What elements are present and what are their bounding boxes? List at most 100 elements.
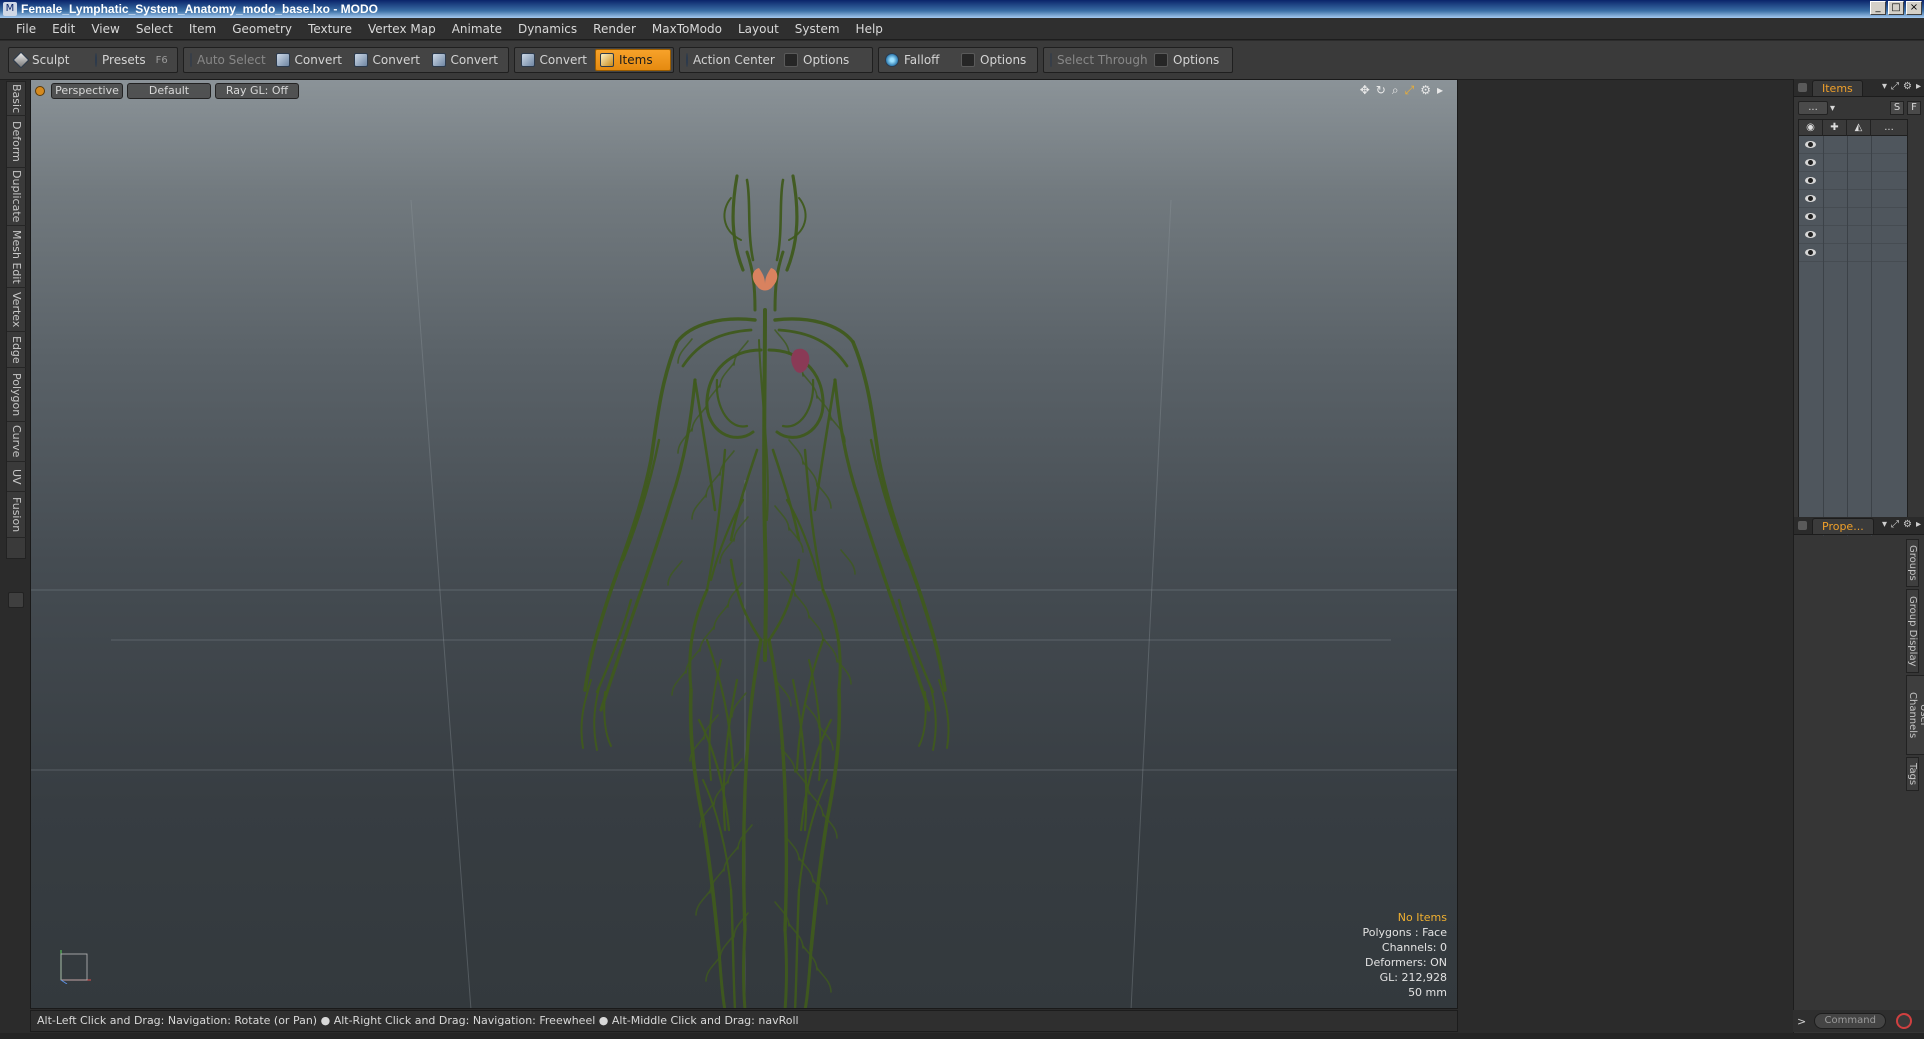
menu-render[interactable]: Render [585, 18, 644, 40]
items-mode-icon [600, 53, 614, 67]
menu-file[interactable]: File [8, 18, 44, 40]
tab-properties[interactable]: Prope... [1812, 517, 1874, 534]
rotate-view-icon[interactable]: ↻ [1376, 83, 1386, 97]
eye-icon[interactable] [1805, 231, 1816, 238]
zoom-view-icon[interactable]: ⌕ [1392, 83, 1399, 97]
eye-icon[interactable] [1805, 195, 1816, 202]
convert-polygon-button[interactable]: Convert [428, 49, 506, 71]
eye-icon[interactable]: ◉ [1799, 119, 1823, 136]
action-center-button[interactable]: Action Center [682, 49, 780, 71]
mesh-icon[interactable]: ◭ [1847, 119, 1871, 136]
viewport-options-icon[interactable] [35, 86, 45, 96]
gear-icon[interactable]: ⚙ [1903, 519, 1912, 530]
list-item[interactable] [1799, 136, 1907, 154]
gear-icon[interactable]: ⚙ [1420, 83, 1431, 97]
eye-icon[interactable] [1805, 213, 1816, 220]
tool-tabs-toggle[interactable] [8, 592, 24, 608]
falloff-options-button[interactable]: Options [957, 49, 1035, 71]
list-item[interactable] [1799, 226, 1907, 244]
convert-edge-button[interactable]: Convert [350, 49, 428, 71]
select-through-button[interactable]: Select Through [1046, 49, 1150, 71]
tab-deform[interactable]: Deform [7, 116, 26, 168]
falloff-button[interactable]: Falloff [881, 49, 957, 71]
select-through-options-button[interactable]: Options [1150, 49, 1230, 71]
panel-pin-icon[interactable] [1798, 521, 1807, 530]
items-mode-label: Items [619, 53, 653, 67]
list-item[interactable] [1799, 154, 1907, 172]
tab-tags[interactable]: Tags [1906, 757, 1919, 791]
minimize-button[interactable]: _ [1870, 1, 1886, 15]
tab-fusion[interactable]: Fusion [7, 492, 26, 538]
menu-system[interactable]: System [787, 18, 848, 40]
tab-items[interactable]: Items [1812, 79, 1863, 96]
eye-icon[interactable] [1805, 141, 1816, 148]
tab-user-channels[interactable]: User Channels [1906, 675, 1924, 755]
menu-layout[interactable]: Layout [730, 18, 787, 40]
command-input[interactable]: Command [1814, 1013, 1887, 1029]
lock-icon[interactable]: ✚ [1823, 119, 1847, 136]
action-center-options-button[interactable]: Options [780, 49, 870, 71]
auto-select-button[interactable]: Auto Select [186, 49, 272, 71]
tab-vertex[interactable]: Vertex [7, 288, 26, 332]
menu-animate[interactable]: Animate [444, 18, 510, 40]
tab-polygon[interactable]: Polygon [7, 368, 26, 422]
tab-group-display[interactable]: Group Display [1906, 589, 1919, 673]
panel-pin-icon[interactable] [1798, 83, 1807, 92]
tab-edge[interactable]: Edge [7, 332, 26, 368]
command-history-button[interactable] [1896, 1013, 1913, 1029]
tab-mesh-edit[interactable]: Mesh Edit [7, 226, 26, 288]
raygl-toggle[interactable]: Ray GL: Off [215, 83, 299, 99]
menu-geometry[interactable]: Geometry [224, 18, 300, 40]
more-icon[interactable]: ▸ [1916, 519, 1921, 530]
list-item[interactable] [1799, 172, 1907, 190]
menu-vertex-map[interactable]: Vertex Map [360, 18, 444, 40]
tab-groups[interactable]: Groups [1906, 539, 1919, 587]
list-item[interactable] [1799, 190, 1907, 208]
more-icon[interactable]: ▸ [1916, 81, 1921, 92]
menu-item[interactable]: Item [181, 18, 224, 40]
list-item[interactable] [1799, 244, 1907, 262]
eye-icon[interactable] [1805, 177, 1816, 184]
eye-icon[interactable] [1805, 249, 1816, 256]
menu-view[interactable]: View [83, 18, 127, 40]
gear-icon[interactable]: ⚙ [1903, 81, 1912, 92]
fit-view-icon[interactable]: ⤢ [1405, 83, 1415, 97]
3d-viewport[interactable]: Perspective Default Ray GL: Off ✥ ↻ ⌕ ⤢ … [30, 79, 1458, 1009]
eye-icon[interactable] [1805, 159, 1816, 166]
move-view-icon[interactable]: ✥ [1360, 83, 1370, 97]
convert-vertex-button[interactable]: Convert [272, 49, 350, 71]
items-list[interactable]: ◉ ✚ ◭ ... [1798, 119, 1908, 536]
menu-texture[interactable]: Texture [300, 18, 360, 40]
chevron-down-icon[interactable]: ▾ [1830, 103, 1835, 114]
convert-item-button[interactable]: Convert [517, 49, 595, 71]
menu-edit[interactable]: Edit [44, 18, 83, 40]
sculpt-button[interactable]: Sculpt [11, 49, 91, 71]
menu-help[interactable]: Help [848, 18, 891, 40]
view-type-dropdown[interactable]: Perspective [51, 83, 123, 99]
items-column-more[interactable]: ... [1871, 120, 1907, 136]
shading-dropdown[interactable]: Default [127, 83, 211, 99]
maximize-button[interactable]: □ [1888, 1, 1904, 15]
convert-edge-icon [354, 53, 368, 67]
more-icon[interactable]: ▸ [1437, 83, 1443, 97]
tab-uv[interactable]: UV [7, 462, 26, 492]
menu-maxtomodo[interactable]: MaxToModo [644, 18, 730, 40]
tab-curve[interactable]: Curve [7, 422, 26, 462]
items-toolbar: ... ▾ S F [1798, 101, 1921, 115]
chevron-down-icon[interactable]: ▾ [1882, 519, 1887, 530]
presets-button[interactable]: Presets F6 [91, 49, 175, 71]
items-f-button[interactable]: F [1907, 101, 1921, 115]
menu-select[interactable]: Select [128, 18, 181, 40]
tab-basic[interactable]: Basic [7, 82, 26, 116]
expand-icon[interactable]: ⤢ [1891, 519, 1899, 530]
close-button[interactable]: × [1906, 1, 1922, 15]
items-s-button[interactable]: S [1890, 101, 1904, 115]
items-mode-button[interactable]: Items [595, 49, 671, 71]
expand-icon[interactable]: ⤢ [1891, 81, 1899, 92]
tab-duplicate[interactable]: Duplicate [7, 168, 26, 226]
list-item[interactable] [1799, 208, 1907, 226]
menu-dynamics[interactable]: Dynamics [510, 18, 585, 40]
lymph-vessel [715, 378, 749, 428]
chevron-down-icon[interactable]: ▾ [1882, 81, 1887, 92]
items-filter-dropdown[interactable]: ... [1798, 101, 1828, 115]
